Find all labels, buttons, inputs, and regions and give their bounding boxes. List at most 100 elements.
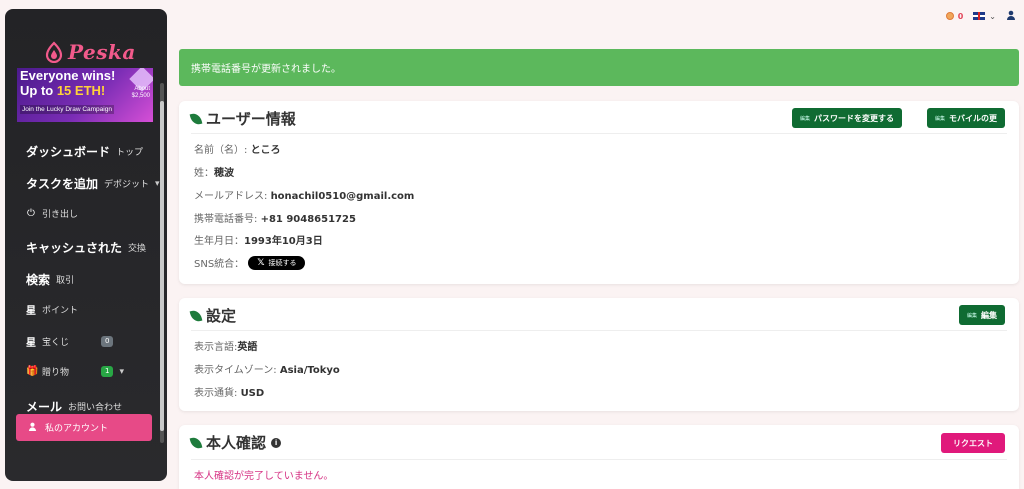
brand-name: Peska — [68, 40, 136, 64]
phone-label: 携帯電話番号: — [194, 214, 258, 225]
banner-line-2: Up to 15 ETH! — [20, 84, 105, 98]
nav-sub-label: お問い合わせ — [68, 403, 123, 413]
scrollbar-thumb[interactable] — [160, 101, 164, 431]
top-bar: 0 ⌄ — [945, 10, 1016, 22]
sidebar-scrollbar[interactable] — [160, 83, 164, 443]
email-value: honachil0510@gmail.com — [270, 191, 415, 202]
currency-value: USD — [240, 388, 265, 399]
user-info-title: ユーザー情報 — [189, 108, 296, 129]
settings-card: 設定 編集 編集 表示言語:英語 表示タイムゾーン: Asia/Tokyo 表示… — [179, 298, 1019, 411]
nav-main-label: タスクを追加 — [26, 177, 99, 191]
request-verification-button[interactable]: リクエスト — [941, 433, 1005, 453]
coin-count: 0 — [957, 11, 964, 21]
identity-status: 本人確認が完了していません。 — [194, 471, 334, 482]
leaf-icon — [189, 435, 203, 450]
info-icon[interactable]: i — [271, 437, 282, 448]
banner-line-1: Everyone wins! — [20, 68, 116, 83]
first-name-label: 名前（名）: — [194, 145, 248, 156]
sidebar-item-search[interactable]: 検索 取引 — [26, 271, 74, 288]
sidebar-item-cached[interactable]: キャッシュされた 交換 — [26, 239, 146, 256]
coin-icon — [945, 12, 954, 20]
update-mobile-label: モバイルの更 — [949, 113, 997, 123]
change-password-button[interactable]: 編集 パスワードを変更する — [791, 108, 902, 128]
leaf-icon — [189, 111, 203, 126]
settings-edit-button[interactable]: 編集 編集 — [958, 305, 1005, 325]
update-mobile-button[interactable]: 編集 モバイルの更 — [926, 108, 1005, 128]
promo-banner[interactable]: Everyone wins! Up to 15 ETH! About $2,500… — [17, 68, 153, 122]
sns-label: SNS統合： — [194, 259, 245, 270]
nav-sub-label: トップ — [116, 148, 144, 158]
connect-x-label: 接続する — [268, 258, 297, 267]
lottery-count-badge: 0 — [101, 336, 114, 347]
nav-sub-label: 交換 — [128, 244, 147, 254]
last-name-label: 姓： — [194, 168, 214, 179]
card-divider — [191, 133, 1007, 134]
sidebar-item-lottery[interactable]: 星 宝くじ 0 — [26, 334, 114, 349]
first-name-row: 名前（名）: ところ — [194, 141, 281, 156]
nav-main-label: 星 — [26, 338, 36, 349]
timezone-row: 表示タイムゾーン: Asia/Tokyo — [194, 361, 340, 376]
banner-highlight: 15 ETH! — [56, 83, 106, 98]
nav-sub-label: ポイント — [42, 306, 79, 316]
banner-side-text: About $2,500 — [132, 86, 150, 100]
nav-main-label: キャッシュされた — [26, 241, 123, 255]
identity-title: 本人確認 i — [189, 432, 282, 453]
nav-main-label: 星 — [26, 306, 36, 317]
x-logo-icon: 𝕏 — [257, 257, 265, 268]
uk-flag-icon — [973, 12, 986, 20]
nav-sub-label: 宝くじ — [42, 338, 70, 348]
my-account-button[interactable]: 私のアカウント — [16, 414, 152, 441]
withdraw-icon: ⏻ — [27, 207, 35, 219]
language-row: 表示言語:英語 — [194, 338, 257, 353]
nav-sub-label: 贈り物 — [42, 368, 70, 378]
change-password-label: パスワードを変更する — [814, 113, 894, 123]
birthday-label: 生年月日： — [194, 236, 244, 247]
user-profile-icon[interactable] — [1006, 10, 1016, 22]
gift-icon: 🎁 — [26, 365, 39, 377]
my-account-label: 私のアカウント — [45, 424, 109, 434]
sidebar-item-dashboard[interactable]: ダッシュボード トップ — [26, 143, 143, 160]
sidebar: Peska Everyone wins! Up to 15 ETH! About… — [5, 9, 167, 481]
nav-sub-label: デポジット — [104, 180, 150, 190]
first-name-value: ところ — [250, 145, 281, 156]
currency-label: 表示通貨: — [194, 388, 238, 399]
nav-main-label: メール — [26, 400, 63, 414]
success-alert: 携帯電話番号が更新されました。 — [179, 49, 1019, 86]
timezone-value: Asia/Tokyo — [279, 365, 340, 376]
coin-balance[interactable]: 0 — [945, 11, 964, 21]
last-name-row: 姓：穂波 — [194, 164, 234, 179]
sidebar-item-gifts[interactable]: 🎁 贈り物 1 ▾ — [26, 365, 124, 378]
sidebar-item-add-task[interactable]: タスクを追加 デポジット ▾ — [26, 175, 160, 192]
card-divider — [191, 330, 1007, 331]
identity-title-text: 本人確認 — [206, 434, 267, 452]
timezone-label: 表示タイムゾーン: — [194, 365, 277, 376]
sidebar-item-points[interactable]: 星 ポイント — [26, 302, 78, 317]
banner-side-text-1: About — [134, 86, 150, 92]
sidebar-item-withdraw[interactable]: ⏻ 引き出し — [26, 207, 78, 220]
brand-logo[interactable]: Peska — [43, 39, 136, 65]
chevron-down-icon: ⌄ — [989, 11, 996, 21]
flame-logo-icon — [45, 41, 63, 63]
user-icon — [28, 422, 37, 434]
request-label: リクエスト — [953, 438, 993, 448]
settings-title-text: 設定 — [206, 307, 237, 325]
banner-line-2-prefix: Up to — [20, 83, 57, 98]
sns-row: SNS統合： 𝕏 接続する — [194, 255, 306, 270]
phone-row: 携帯電話番号: +81 9048651725 — [194, 210, 356, 225]
chevron-down-icon: ▾ — [119, 366, 125, 377]
connect-x-button[interactable]: 𝕏 接続する — [248, 255, 306, 270]
nav-main-label: ダッシュボード — [26, 145, 111, 159]
sidebar-item-contact[interactable]: メール お問い合わせ — [26, 398, 122, 415]
user-info-title-text: ユーザー情報 — [206, 110, 296, 128]
last-name-value: 穂波 — [214, 168, 234, 179]
email-label: メールアドレス: — [194, 191, 268, 202]
edit-small-label: 編集 — [934, 115, 945, 122]
language-value: 英語 — [237, 342, 258, 353]
birthday-value: 1993年10月3日 — [244, 236, 323, 247]
identity-card: 本人確認 i リクエスト 本人確認が完了していません。 — [179, 425, 1019, 489]
language-selector[interactable]: ⌄ — [973, 12, 996, 21]
edit-small-label: 編集 — [966, 312, 977, 319]
settings-edit-label: 編集 — [981, 310, 997, 320]
phone-value: +81 9048651725 — [260, 214, 356, 225]
nav-main-label: 検索 — [26, 273, 51, 287]
